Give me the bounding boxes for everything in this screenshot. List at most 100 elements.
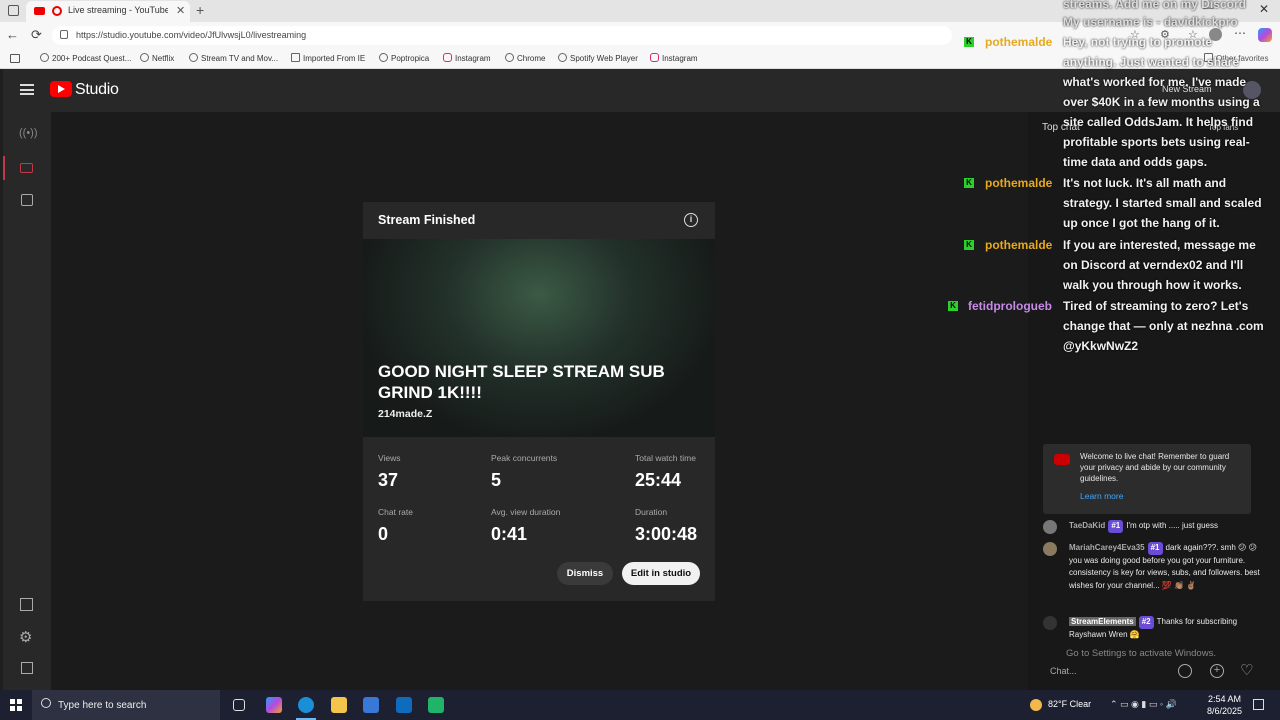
edge-icon[interactable]	[298, 697, 314, 713]
tab-title: Live streaming - YouTube Stu	[68, 5, 168, 15]
tray-icons[interactable]: ⌃ ▭ ◉ ▮ ▭ ◦ 🔊	[1110, 699, 1177, 710]
overlay-line: @yKkwNwZ2	[1063, 339, 1139, 353]
folder-icon	[291, 53, 300, 62]
overlay-line: on Discord at verndex02 and I'll	[1063, 258, 1244, 272]
refresh-icon[interactable]: ⟳	[31, 27, 42, 43]
chat-author: StreamElements	[1069, 617, 1136, 626]
dismiss-button[interactable]: Dismiss	[557, 562, 613, 585]
hamburger-middle-bar	[20, 88, 34, 91]
notification-icon[interactable]	[1253, 699, 1264, 710]
stream-stats: Views 37 Peak concurrents 5 Total watch …	[363, 437, 715, 601]
stream-title-line1: GOOD NIGHT SLEEP STREAM SUB	[378, 362, 665, 381]
outlook-icon[interactable]	[396, 697, 412, 713]
browser-tab[interactable]: Live streaming - YouTube Stu ✕	[26, 1, 190, 22]
bookmark-instagram-2[interactable]: Instagram	[650, 53, 698, 63]
overlay-author-1: pothemalde	[985, 35, 1053, 49]
channel-name: 214made.Z	[378, 408, 433, 420]
activate-windows-watermark: Go to Settings to activate Windows.	[1066, 648, 1216, 659]
external-link-icon[interactable]	[20, 598, 33, 611]
chat-message: MariahCarey4Eva35 #1 dark again???. smh 😕 …	[1069, 542, 1265, 592]
overlay-author-2: pothemalde	[985, 176, 1053, 190]
overlay-author-3: pothemalde	[985, 238, 1053, 252]
hamburger-menu-icon[interactable]	[20, 84, 34, 95]
views-label: Views	[378, 453, 401, 463]
overlay-line: strategy. I started small and scaled	[1063, 196, 1262, 210]
store-icon[interactable]	[363, 697, 379, 713]
overlay-line: time data and odds gaps.	[1063, 155, 1208, 169]
weather-icon	[1030, 699, 1042, 711]
windows-start-icon[interactable]	[10, 699, 22, 711]
stream-title-line2: GRIND 1K!!!!	[378, 383, 482, 402]
kick-badge-icon: K	[948, 301, 958, 311]
studio-logo-text: Studio	[75, 81, 119, 98]
bookmark-poptropica[interactable]: Poptropica	[379, 53, 429, 63]
bookmark-chrome[interactable]: Chrome	[505, 53, 545, 63]
copilot-taskbar-icon[interactable]	[266, 697, 282, 713]
learn-more-link[interactable]: Learn more	[1080, 491, 1123, 501]
dialog-title: Stream Finished	[378, 213, 476, 227]
task-view-icon[interactable]	[233, 699, 245, 711]
member-badge: #2	[1138, 616, 1154, 629]
bookmark-spotify[interactable]: Spotify Web Player	[558, 53, 638, 63]
youtube-logo-icon[interactable]	[50, 81, 72, 97]
chat-input[interactable]: Chat...	[1050, 666, 1077, 676]
bookmarks-list-icon[interactable]	[10, 54, 20, 63]
obs-app-icon[interactable]	[428, 697, 444, 713]
chat-rate-label: Chat rate	[378, 507, 413, 517]
bookmark-netflix[interactable]: Netflix	[140, 53, 174, 63]
tab-close-icon[interactable]: ✕	[176, 4, 185, 17]
bookmark-imported[interactable]: Imported From IE	[291, 53, 365, 63]
edit-in-studio-button[interactable]: Edit in studio	[622, 562, 700, 585]
overlay-line: Tired of streaming to zero? Let's	[1063, 299, 1249, 313]
emoji-icon[interactable]	[1178, 664, 1192, 678]
url-text: https://studio.youtube.com/video/JfUlvws…	[76, 30, 307, 40]
info-icon[interactable]: i	[684, 213, 698, 227]
chat-message: TaeDaKid #1 I'm otp with ..... just guess	[1069, 520, 1269, 533]
settings-icon[interactable]: ⚙	[19, 628, 32, 646]
avatar	[1043, 520, 1057, 534]
calendar-icon[interactable]	[21, 194, 33, 206]
add-icon[interactable]: +	[1210, 664, 1224, 678]
avatar	[1043, 542, 1057, 556]
bookmark-podcast[interactable]: 200+ Podcast Quest...	[40, 53, 131, 63]
bookmark-icon	[40, 53, 49, 62]
clock-time[interactable]: 2:54 AM	[1208, 694, 1241, 704]
bookmark-streamtv[interactable]: Stream TV and Mov...	[189, 53, 278, 63]
total-watch-time-label: Total watch time	[635, 453, 696, 463]
overlay-prev-line-2: My username is - davidkickpro	[1063, 15, 1238, 29]
search-icon	[41, 698, 51, 708]
chat-rate-value: 0	[378, 524, 389, 544]
windows-taskbar: Type here to search 82°F Clear ⌃ ▭ ◉ ▮ ▭…	[0, 690, 1280, 720]
overlay-line: If you are interested, message me	[1063, 238, 1256, 252]
feedback-icon[interactable]	[21, 662, 33, 674]
google-icon	[505, 53, 514, 62]
weather-text[interactable]: 82°F Clear	[1048, 699, 1091, 709]
instagram-icon	[650, 53, 659, 62]
file-explorer-icon[interactable]	[331, 697, 347, 713]
window-close-icon[interactable]: ✕	[1259, 2, 1269, 16]
clock-date[interactable]: 8/6/2025	[1207, 706, 1242, 716]
views-value: 37	[378, 470, 399, 490]
welcome-text: Welcome to live chat! Remember to guard …	[1080, 452, 1230, 483]
url-input[interactable]: https://studio.youtube.com/video/JfUlvws…	[52, 26, 952, 45]
stream-icon[interactable]: ((•))	[19, 127, 38, 139]
kick-badge-icon: K	[964, 240, 974, 250]
recording-icon	[52, 6, 62, 16]
camera-icon[interactable]	[20, 163, 33, 173]
stream-title: GOOD NIGHT SLEEP STREAM SUB GRIND 1K!!!!	[378, 361, 698, 403]
active-indicator	[3, 156, 5, 180]
chat-message: StreamElements #2 Thanks for subscribing R…	[1069, 616, 1265, 641]
heart-icon[interactable]: ♡	[1240, 661, 1253, 679]
taskbar-search[interactable]: Type here to search	[32, 690, 220, 720]
left-nav: ((•)) ⚙	[3, 112, 51, 690]
overlay-message-2: It's not luck. It's all math and strateg…	[1063, 173, 1277, 233]
overlay-line: up once I got the hang of it.	[1063, 216, 1220, 230]
play-triangle	[58, 85, 65, 93]
avatar	[1043, 616, 1057, 630]
overlay-line: over $40K in a few months using a	[1063, 95, 1260, 109]
new-tab-icon[interactable]: +	[196, 2, 204, 18]
bookmark-instagram[interactable]: Instagram	[443, 53, 491, 63]
kick-badge-icon: K	[964, 37, 974, 47]
tab-actions-icon[interactable]	[8, 5, 19, 16]
back-icon[interactable]: ←	[6, 27, 19, 42]
